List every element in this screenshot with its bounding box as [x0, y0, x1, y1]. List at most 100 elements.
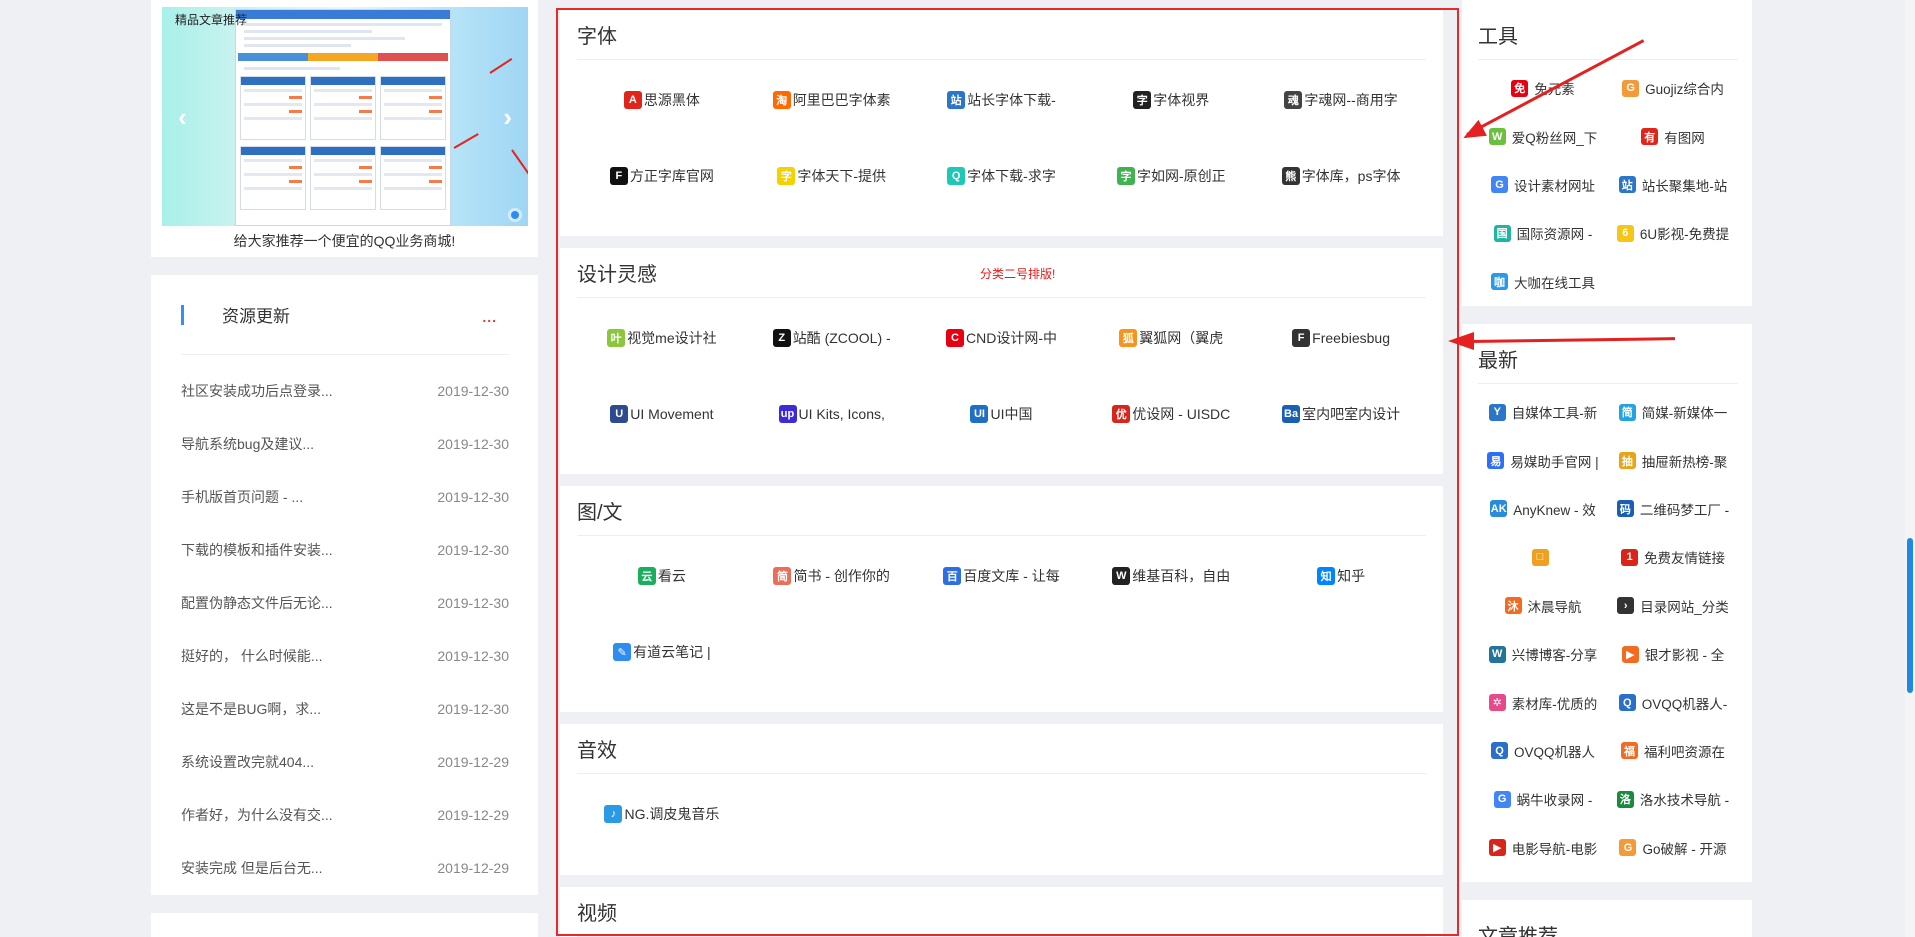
sidebar-site-link[interactable]: G 设计素材网址 — [1478, 161, 1608, 209]
site-link[interactable]: U UI Movement — [577, 376, 747, 452]
sidebar-site-link[interactable]: 国国际资源网 - — [1478, 209, 1608, 257]
carousel-next-icon[interactable]: › — [503, 102, 512, 133]
site-link[interactable]: 百百度文库 - 让每 — [917, 538, 1087, 614]
carousel-slide[interactable]: 精品文章推荐 ‹ › — [162, 7, 528, 226]
site-link[interactable]: UI UI中国 — [917, 376, 1087, 452]
sidebar-card: 文章推荐 — [1462, 900, 1752, 937]
carousel-caption[interactable]: 给大家推荐一个便宜的QQ业务商城! — [162, 231, 527, 251]
sidebar-site-link[interactable]: 站站长聚集地-站 — [1608, 161, 1738, 209]
sidebar-card-title: 最新 — [1478, 350, 1518, 372]
site-link[interactable]: 狐翼狐网（翼虎 — [1086, 300, 1256, 376]
site-link[interactable]: 字字如网-原创正 — [1086, 138, 1256, 214]
site-link[interactable]: 魂字魂网--商用字 — [1256, 62, 1426, 138]
update-title[interactable]: 这是不是BUG啊，求... — [181, 699, 321, 719]
annotation-arrow — [489, 58, 513, 74]
sidebar-site-link[interactable]: 沐沐晨导航 — [1478, 582, 1608, 630]
sidebar-site-link[interactable]: ✲ 素材库-优质的 — [1478, 678, 1608, 726]
list-item[interactable]: 配置伪静态文件后无论... 2019-12-30 — [181, 576, 509, 629]
site-link[interactable]: W 维基百科，自由 — [1086, 538, 1256, 614]
site-link[interactable]: C CND设计网-中 — [917, 300, 1087, 376]
sidebar-site-link[interactable]: 1 免费友情链接 — [1608, 533, 1738, 581]
site-link[interactable]: A 思源黑体 — [577, 62, 747, 138]
list-item[interactable]: 社区安装成功后点登录... 2019-12-30 — [181, 364, 509, 417]
taobao-icon: 淘 — [772, 91, 791, 109]
sidebar-site-link[interactable]: 咖大咖在线工具 — [1478, 258, 1608, 306]
update-title[interactable]: 挺好的， 什么时候能... — [181, 646, 323, 666]
site-link-label: 字如网-原创正 — [1136, 168, 1226, 184]
sidebar-site-link[interactable]: Q OVQQ机器人- — [1608, 678, 1738, 726]
sidebar-site-link[interactable]: Q OVQQ机器人 — [1478, 727, 1608, 775]
sidebar-site-link[interactable]: G Guojiz综合内 — [1608, 64, 1738, 112]
sidebar-site-link[interactable]: G Go破解 - 开源 — [1608, 824, 1738, 872]
site-link[interactable]: Ba 室内吧室内设计 — [1256, 376, 1426, 452]
carousel-tag: 精品文章推荐 — [175, 13, 248, 27]
site-link[interactable]: 知知乎 — [1256, 538, 1426, 614]
site-link[interactable]: 站站长字体下载- — [917, 62, 1087, 138]
site-link-label: 视觉me设计社 — [627, 330, 717, 346]
update-title[interactable]: 作者好，为什么没有交... — [181, 805, 333, 825]
sidebar-site-link[interactable]: ▶ 银才影视 - 全 — [1608, 630, 1738, 678]
sidebar-card-header: 文章推荐 — [1478, 900, 1738, 937]
sidebar-site-link[interactable]: □ — [1478, 533, 1608, 581]
site-link[interactable]: up UI Kits, Icons, — [747, 376, 917, 452]
sidebar-site-link[interactable]: 福福利吧资源在 — [1608, 727, 1738, 775]
carousel-prev-icon[interactable]: ‹ — [178, 102, 187, 133]
update-title[interactable]: 下载的模板和插件安装... — [181, 540, 333, 560]
list-item[interactable]: 挺好的， 什么时候能... 2019-12-30 — [181, 629, 509, 682]
sidebar-site-link[interactable]: 简简媒-新媒体一 — [1608, 388, 1738, 436]
sidebar-site-link[interactable]: 6 6U影视-免费提 — [1608, 209, 1738, 257]
sidebar-site-link[interactable]: 易易媒助手官网 | — [1478, 436, 1608, 484]
list-item[interactable]: 下载的模板和插件安装... 2019-12-30 — [181, 523, 509, 576]
list-item[interactable]: 作者好，为什么没有交... 2019-12-29 — [181, 788, 509, 841]
site-link[interactable]: F 方正字库官网 — [577, 138, 747, 214]
sidebar-site-link[interactable]: W 兴博博客-分享 — [1478, 630, 1608, 678]
site-link[interactable]: 字字体视界 — [1086, 62, 1256, 138]
list-item[interactable]: 导航系统bug及建议... 2019-12-30 — [181, 417, 509, 470]
site-link[interactable]: 云看云 — [577, 538, 747, 614]
zihun-icon: 魂 — [1284, 91, 1303, 109]
sidebar-site-link[interactable]: 码二维码梦工厂 - — [1608, 485, 1738, 533]
sidebar-site-link[interactable]: G 蜗牛收录网 - — [1478, 775, 1608, 823]
sidebar-site-link[interactable]: 有有图网 — [1608, 112, 1738, 160]
sidebar-site-link-label: 二维码梦工厂 - — [1639, 502, 1730, 518]
movie-icon: ▶ — [1488, 839, 1506, 857]
site-link[interactable]: 熊字体库，ps字体 — [1256, 138, 1426, 214]
sidebar-site-link[interactable]: ▶ 电影导航-电影 — [1478, 824, 1608, 872]
update-title[interactable]: 安装完成 但是后台无... — [181, 858, 323, 878]
fonts-world-icon: 字 — [777, 167, 796, 185]
site-link[interactable]: Q 字体下载-求字 — [917, 138, 1087, 214]
update-date: 2019-12-29 — [437, 753, 509, 770]
update-title[interactable]: 手机版首页问题 - ... — [181, 487, 303, 507]
site-link[interactable]: 淘阿里巴巴字体素 — [747, 62, 917, 138]
site-link-label: 看云 — [657, 568, 686, 584]
update-title[interactable]: 系统设置改完就404... — [181, 752, 314, 772]
site-link[interactable]: F Freebiesbug — [1256, 300, 1426, 376]
page-scrollbar[interactable] — [1905, 0, 1915, 937]
scrollbar-thumb[interactable] — [1907, 538, 1913, 693]
site-link[interactable]: 字字体天下-提供 — [747, 138, 917, 214]
sidebar-site-link[interactable]: Y 自媒体工具-新 — [1478, 388, 1608, 436]
list-item[interactable]: 系统设置改完就404... 2019-12-29 — [181, 735, 509, 788]
site-link-label: UI中国 — [990, 406, 1033, 422]
site-link[interactable]: ♪ NG.调皮鬼音乐 — [577, 776, 747, 852]
list-item[interactable]: 这是不是BUG啊，求... 2019-12-30 — [181, 682, 509, 735]
more-link[interactable]: ... — [482, 309, 497, 325]
sidebar-site-link[interactable]: AK AnyKnew - 效 — [1478, 485, 1608, 533]
site-link-label: 室内吧室内设计 — [1302, 406, 1401, 422]
site-link[interactable]: 优优设网 - UISDC — [1086, 376, 1256, 452]
update-title[interactable]: 配置伪静态文件后无论... — [181, 593, 333, 613]
update-title[interactable]: 社区安装成功后点登录... — [181, 381, 333, 401]
sidebar-site-link[interactable]: 抽抽屉新热榜-聚 — [1608, 436, 1738, 484]
carousel-indicator-icon[interactable] — [508, 208, 522, 222]
site-link[interactable]: Z 站酷 (ZCOOL) - — [747, 300, 917, 376]
site-link[interactable]: ✎ 有道云笔记 | — [577, 614, 747, 690]
sidebar-site-link[interactable]: › 目录网站_分类 — [1608, 582, 1738, 630]
site-link-label: 字魂网--商用字 — [1304, 92, 1398, 108]
sidebar-site-link[interactable]: 洛洛水技术导航 - — [1608, 775, 1738, 823]
site-link[interactable]: 叶视觉me设计社 — [577, 300, 747, 376]
site-link[interactable]: 简简书 - 创作你的 — [747, 538, 917, 614]
list-item[interactable]: 安装完成 但是后台无... 2019-12-29 — [181, 841, 509, 894]
qrcode-icon: 码 — [1616, 500, 1634, 518]
update-title[interactable]: 导航系统bug及建议... — [181, 434, 314, 454]
list-item[interactable]: 手机版首页问题 - ... 2019-12-30 — [181, 470, 509, 523]
